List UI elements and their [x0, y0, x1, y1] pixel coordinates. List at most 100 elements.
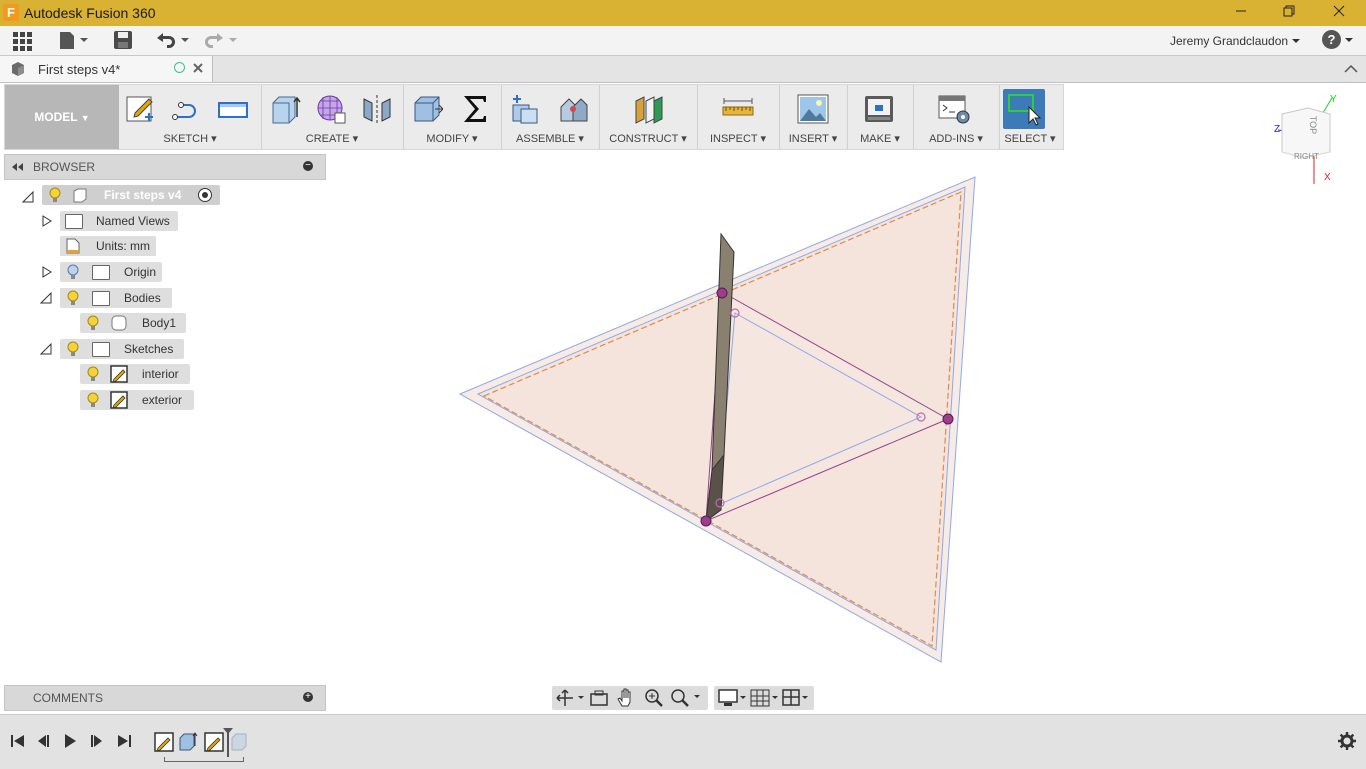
- save-button[interactable]: [113, 30, 133, 52]
- step-forward-icon[interactable]: [88, 733, 104, 749]
- browser-root-node[interactable]: First steps v4: [42, 185, 220, 205]
- collapse-triangle-icon[interactable]: [40, 292, 52, 304]
- inspect-menu[interactable]: INSPECT ▾: [697, 132, 779, 145]
- timeline-sketch-feature-icon[interactable]: [154, 732, 174, 752]
- user-name: Jeremy Grandclaudon: [1170, 34, 1289, 48]
- redo-button[interactable]: [203, 30, 239, 52]
- visibility-bulb-icon[interactable]: [66, 341, 80, 357]
- collapse-panel-icon[interactable]: [10, 162, 24, 172]
- sigma-parameters-icon[interactable]: [459, 93, 491, 125]
- extrude-icon[interactable]: [269, 93, 301, 125]
- axis-x-label: X: [1324, 172, 1331, 183]
- file-menu-button[interactable]: [58, 30, 88, 52]
- view-cube-top-face[interactable]: TOP: [1308, 116, 1318, 134]
- gear-icon[interactable]: [1338, 732, 1356, 750]
- joint-icon[interactable]: [557, 93, 589, 125]
- construct-menu[interactable]: CONSTRUCT ▾: [599, 132, 697, 145]
- expand-triangle-icon[interactable]: [42, 266, 52, 278]
- minimize-button[interactable]: [1218, 0, 1264, 26]
- document-tab-bar: First steps v4*: [0, 56, 1366, 83]
- mirror-icon[interactable]: [361, 93, 393, 125]
- timeline-sketch-feature-icon[interactable]: [204, 732, 224, 752]
- visibility-bulb-icon[interactable]: [86, 366, 100, 382]
- offset-plane-icon[interactable]: [632, 93, 664, 125]
- grid-snap-icon[interactable]: [750, 688, 780, 708]
- browser-item-bodies[interactable]: Bodies: [60, 288, 172, 308]
- timeline-extrude-feature-icon[interactable]: [178, 732, 198, 752]
- zoom-icon[interactable]: [644, 688, 664, 708]
- collapse-triangle-icon[interactable]: [40, 343, 52, 355]
- make-menu[interactable]: MAKE ▾: [847, 132, 913, 145]
- sketch-menu[interactable]: SKETCH ▾: [119, 132, 261, 145]
- display-settings-icon[interactable]: [718, 688, 748, 708]
- select-menu[interactable]: SELECT ▾: [999, 132, 1061, 145]
- add-comment-icon[interactable]: +: [303, 692, 313, 702]
- view-cube[interactable]: TOP RIGHT Y Z X: [1272, 94, 1342, 186]
- comments-title: COMMENTS: [33, 691, 103, 705]
- 3d-print-icon[interactable]: [863, 93, 895, 125]
- minimize-panel-icon[interactable]: −: [303, 161, 313, 171]
- go-to-start-icon[interactable]: [10, 733, 26, 749]
- timeline-extrude-feature-icon[interactable]: [230, 732, 250, 752]
- visibility-bulb-icon[interactable]: [66, 290, 80, 306]
- viewports-icon[interactable]: [782, 688, 812, 708]
- select-tool-button[interactable]: [1003, 89, 1045, 129]
- create-form-icon[interactable]: [315, 93, 347, 125]
- line-tool-icon[interactable]: [171, 93, 203, 125]
- origin-label: Origin: [124, 265, 157, 279]
- fusion-app-icon: F: [3, 4, 19, 21]
- browser-item-sketch-interior[interactable]: interior: [80, 364, 190, 384]
- expand-triangle-icon[interactable]: [42, 215, 52, 227]
- modify-menu[interactable]: MODIFY ▾: [403, 132, 501, 145]
- hidden-bulb-icon[interactable]: [66, 264, 80, 280]
- activate-radio-icon[interactable]: [198, 188, 212, 202]
- browser-item-origin[interactable]: Origin: [60, 262, 162, 282]
- close-window-button[interactable]: [1316, 0, 1362, 26]
- zoom-window-icon[interactable]: [670, 688, 704, 708]
- browser-item-units[interactable]: Units: mm: [60, 236, 156, 256]
- undo-button[interactable]: [155, 30, 191, 52]
- pan-hand-icon[interactable]: [616, 688, 636, 708]
- step-back-icon[interactable]: [36, 733, 52, 749]
- restore-button[interactable]: [1266, 0, 1312, 26]
- press-pull-icon[interactable]: [411, 93, 443, 125]
- scripts-addins-icon[interactable]: [938, 93, 970, 125]
- insert-menu[interactable]: INSERT ▾: [779, 132, 847, 145]
- visibility-bulb-icon[interactable]: [86, 392, 100, 408]
- create-menu[interactable]: CREATE ▾: [261, 132, 403, 145]
- sketch-point[interactable]: [942, 413, 954, 425]
- create-sketch-icon[interactable]: [125, 93, 157, 125]
- browser-item-sketch-exterior[interactable]: exterior: [80, 390, 194, 410]
- sketch-point[interactable]: [716, 287, 728, 299]
- view-cube-right-face[interactable]: RIGHT: [1294, 152, 1319, 161]
- data-panel-button[interactable]: [12, 30, 32, 52]
- 3d-viewport-canvas[interactable]: [330, 150, 1030, 680]
- rectangle-tool-icon[interactable]: [217, 93, 249, 125]
- visibility-bulb-icon[interactable]: [48, 187, 62, 203]
- comments-panel-header[interactable]: COMMENTS +: [4, 685, 326, 711]
- help-menu-button[interactable]: ?: [1322, 30, 1354, 49]
- chevron-up-icon[interactable]: [1344, 64, 1358, 74]
- orbit-icon[interactable]: [556, 689, 586, 707]
- close-tab-icon[interactable]: [193, 63, 203, 73]
- user-account-menu[interactable]: Jeremy Grandclaudon: [1170, 34, 1301, 48]
- insert-image-icon[interactable]: [797, 93, 829, 125]
- browser-item-sketches[interactable]: Sketches: [60, 339, 184, 359]
- look-at-icon[interactable]: [590, 689, 608, 707]
- collapse-triangle-icon[interactable]: [22, 191, 34, 203]
- play-icon[interactable]: [62, 733, 78, 749]
- visibility-bulb-icon[interactable]: [86, 315, 100, 331]
- browser-item-body1[interactable]: Body1: [80, 313, 186, 333]
- browser-item-named-views[interactable]: Named Views: [60, 211, 178, 231]
- browser-panel-header[interactable]: BROWSER −: [4, 154, 326, 180]
- measure-icon[interactable]: [722, 93, 754, 125]
- axis-z-label: Z: [1274, 124, 1281, 135]
- select-label: SELECT: [1004, 133, 1047, 145]
- document-tab[interactable]: First steps v4*: [0, 56, 213, 82]
- sketch-point[interactable]: [700, 515, 712, 527]
- assemble-menu[interactable]: ASSEMBLE ▾: [501, 132, 599, 145]
- go-to-end-icon[interactable]: [116, 733, 132, 749]
- new-component-icon[interactable]: [509, 93, 541, 125]
- workspace-switcher[interactable]: MODEL ▼: [5, 85, 119, 149]
- add-ins-menu[interactable]: ADD-INS ▾: [913, 132, 999, 145]
